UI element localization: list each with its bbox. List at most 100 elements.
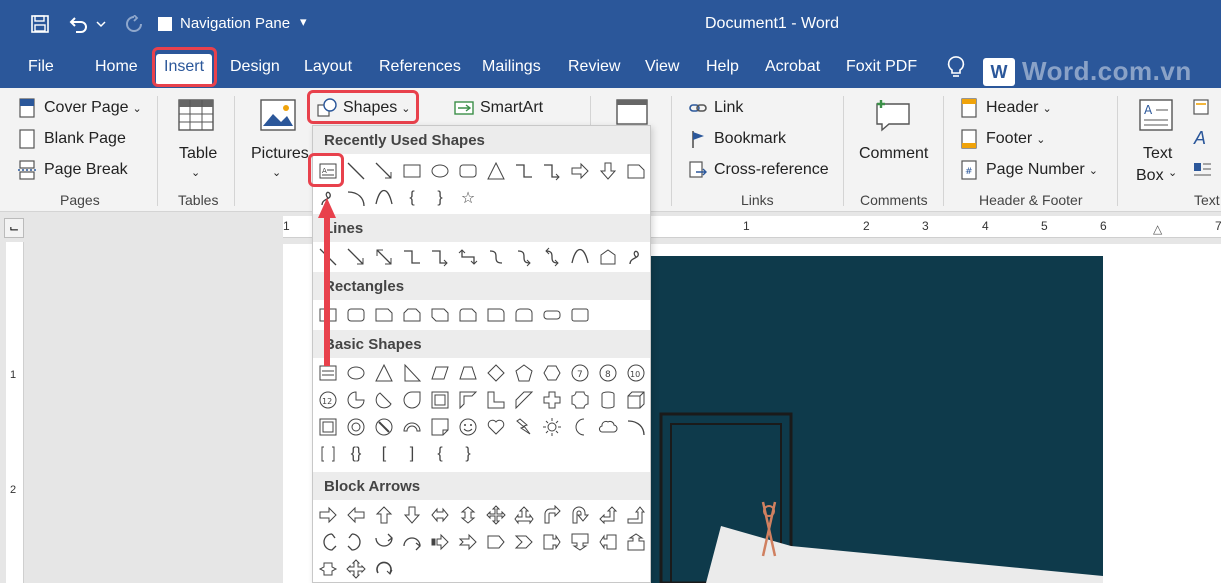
text-box-button[interactable]: Text	[1143, 145, 1172, 163]
curved-double-arrow-connector-shape[interactable]	[539, 244, 565, 270]
circular-arrow-shape[interactable]	[371, 556, 397, 582]
down-arrow-shape[interactable]	[399, 502, 425, 528]
curved-arrow-connector-shape[interactable]	[511, 244, 537, 270]
frame-rectangle-shape[interactable]	[567, 302, 593, 328]
curved-connector-shape[interactable]	[483, 244, 509, 270]
left-bracket-shape[interactable]: [	[371, 441, 397, 467]
header-button[interactable]: Header ⌄	[960, 98, 1052, 118]
line-shape[interactable]	[343, 158, 369, 184]
link-button[interactable]: Link	[688, 98, 743, 118]
tab-acrobat[interactable]: Acrobat	[765, 58, 820, 76]
elbow-connector-shape[interactable]	[511, 158, 537, 184]
snip-diagonal-rectangle-shape[interactable]	[427, 302, 453, 328]
customize-qat-icon[interactable]: ▾	[300, 14, 307, 30]
save-icon[interactable]	[28, 12, 52, 36]
round-same-side-rectangle-shape[interactable]	[511, 302, 537, 328]
half-frame-shape[interactable]	[455, 387, 481, 413]
chevron-shape[interactable]	[511, 529, 537, 555]
arrow-line-shape[interactable]	[371, 158, 397, 184]
right-bracket-shape[interactable]: ]	[399, 441, 425, 467]
round-single-corner-rectangle-shape[interactable]	[483, 302, 509, 328]
u-turn-arrow-shape[interactable]	[567, 502, 593, 528]
tab-view[interactable]: View	[645, 58, 679, 76]
curved-left-arrow-shape[interactable]	[343, 529, 369, 555]
undo-icon[interactable]	[66, 12, 90, 36]
heptagon-shape[interactable]: 7	[567, 360, 593, 386]
pentagon-arrow-shape[interactable]	[483, 529, 509, 555]
left-brace-shape[interactable]: {	[399, 185, 425, 211]
cube-shape[interactable]	[623, 387, 649, 413]
tab-help[interactable]: Help	[706, 58, 739, 76]
up-down-arrow-shape[interactable]	[455, 502, 481, 528]
pictures-button[interactable]: Pictures	[251, 145, 309, 163]
heart-shape[interactable]	[483, 414, 509, 440]
notched-right-arrow-shape[interactable]	[455, 529, 481, 555]
text-box-icon[interactable]: A	[1138, 98, 1174, 137]
scribble-shape[interactable]	[623, 244, 649, 270]
left-brace-shape[interactable]: {	[427, 441, 453, 467]
elbow-connector-shape[interactable]	[399, 244, 425, 270]
snip-single-corner-rectangle-shape[interactable]	[371, 302, 397, 328]
left-arrow-shape[interactable]	[343, 502, 369, 528]
elbow-arrow-connector-shape[interactable]	[539, 158, 565, 184]
pentagon-shape[interactable]	[511, 360, 537, 386]
smartart-button[interactable]: SmartArt	[454, 98, 543, 118]
elbow-double-arrow-connector-shape[interactable]	[455, 244, 481, 270]
curved-down-arrow-shape[interactable]	[399, 529, 425, 555]
bent-arrow-shape[interactable]	[539, 502, 565, 528]
oval-shape[interactable]	[343, 360, 369, 386]
wordart-icon[interactable]: A	[1194, 128, 1206, 149]
diamond-shape[interactable]	[483, 360, 509, 386]
indent-marker-icon[interactable]: △	[1153, 222, 1162, 236]
double-brace-shape[interactable]: {}	[343, 441, 369, 467]
down-arrow-callout-shape[interactable]	[567, 529, 593, 555]
left-arrow-callout-shape[interactable]	[595, 529, 621, 555]
triangle-shape[interactable]	[483, 158, 509, 184]
snip-same-side-rectangle-shape[interactable]	[399, 302, 425, 328]
pictures-icon[interactable]	[259, 98, 297, 137]
tab-review[interactable]: Review	[568, 58, 620, 76]
diagonal-stripe-shape[interactable]	[511, 387, 537, 413]
document-picture[interactable]	[651, 256, 1103, 583]
bent-up-arrow-shape[interactable]	[623, 502, 649, 528]
double-bracket-shape[interactable]	[315, 441, 341, 467]
quad-arrow-callout-shape[interactable]	[343, 556, 369, 582]
tab-home[interactable]: Home	[95, 58, 138, 76]
navigation-pane-checkbox[interactable]	[158, 17, 172, 31]
tab-layout[interactable]: Layout	[304, 58, 352, 76]
rounded-rectangle-shape[interactable]	[343, 302, 369, 328]
tab-references[interactable]: References	[379, 58, 461, 76]
decagon-shape[interactable]: 10	[623, 360, 649, 386]
left-right-arrow-shape[interactable]	[427, 502, 453, 528]
curve-shape[interactable]	[567, 244, 593, 270]
no-symbol-shape[interactable]	[371, 414, 397, 440]
snip-round-rectangle-shape[interactable]	[455, 302, 481, 328]
arrow-line-shape[interactable]	[343, 244, 369, 270]
up-arrow-shape[interactable]	[371, 502, 397, 528]
curved-right-arrow-shape[interactable]	[315, 529, 341, 555]
tab-file[interactable]: File	[28, 58, 54, 76]
parallelogram-shape[interactable]	[427, 360, 453, 386]
frame-shape[interactable]	[427, 387, 453, 413]
right-arrow-shape[interactable]	[567, 158, 593, 184]
trapezoid-shape[interactable]	[455, 360, 481, 386]
drop-cap-icon[interactable]	[1192, 160, 1212, 185]
right-triangle-shape[interactable]	[399, 360, 425, 386]
teardrop-shape[interactable]	[399, 387, 425, 413]
comment-icon[interactable]	[873, 96, 913, 137]
right-brace-shape[interactable]: }	[427, 185, 453, 211]
tab-mailings[interactable]: Mailings	[482, 58, 541, 76]
down-arrow-shape[interactable]	[595, 158, 621, 184]
donut-shape[interactable]	[343, 414, 369, 440]
striped-right-arrow-shape[interactable]	[427, 529, 453, 555]
left-up-arrow-shape[interactable]	[595, 502, 621, 528]
right-arrow-shape[interactable]	[315, 502, 341, 528]
footer-button[interactable]: Footer ⌄	[960, 129, 1045, 149]
cross-reference-button[interactable]: Cross-reference	[688, 160, 829, 180]
left-right-arrow-callout-shape[interactable]	[315, 556, 341, 582]
lightbulb-icon[interactable]	[946, 55, 966, 84]
redo-icon[interactable]	[122, 12, 146, 36]
page-break-button[interactable]: Page Break	[18, 160, 128, 180]
quick-parts-icon[interactable]	[1192, 98, 1212, 123]
up-arrow-callout-shape[interactable]	[623, 529, 649, 555]
